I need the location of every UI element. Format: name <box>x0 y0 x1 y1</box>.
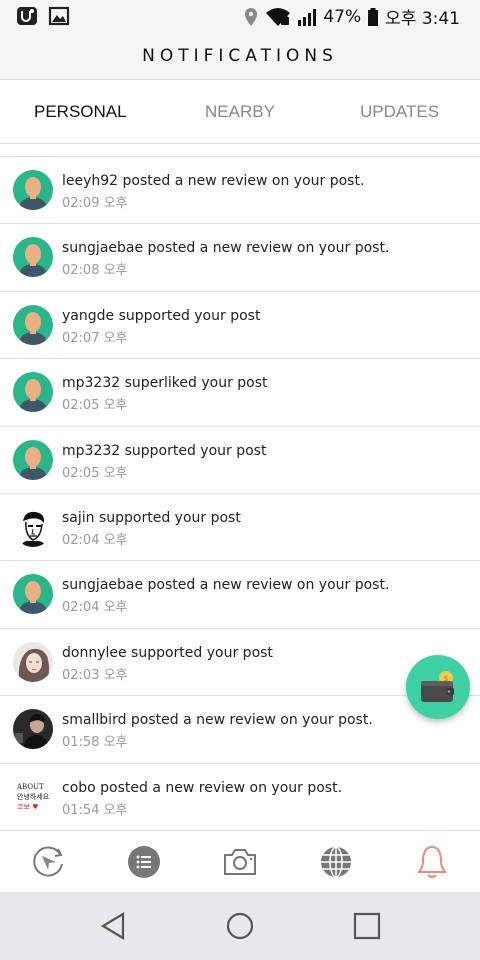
compass-refresh-icon <box>33 846 63 877</box>
camera-icon <box>224 849 256 875</box>
avatar[interactable] <box>13 506 53 547</box>
bell-icon <box>417 845 447 878</box>
tab-bar: PERSONAL NEARBY UPDATES <box>0 80 480 144</box>
home-button[interactable] <box>223 909 257 943</box>
back-icon <box>100 912 125 940</box>
avatar[interactable] <box>13 574 53 615</box>
battery-icon <box>368 7 379 26</box>
notification-time: 02:04 오후 <box>62 600 128 616</box>
recents-icon <box>353 912 381 940</box>
avatar[interactable] <box>13 304 53 345</box>
notification-time: 02:05 오후 <box>62 465 128 481</box>
list-item[interactable]: yangde supported your post 02:07 오후 <box>0 291 480 360</box>
notification-time: 02:09 오후 <box>62 196 128 211</box>
avatar[interactable]: ABOUT 안녕하세요 코보 ♥ <box>13 776 53 817</box>
list-item[interactable]: mp3232 supported your post 02:05 오후 <box>0 426 480 494</box>
photo-portrait-image <box>13 641 53 682</box>
battery-percent: 47% <box>323 6 362 27</box>
notification-time: 02:08 오후 <box>62 263 128 279</box>
avatar[interactable] <box>13 170 53 210</box>
list-item[interactable]: sajin supported your post 02:04 오후 <box>0 493 480 562</box>
system-nav <box>0 892 480 960</box>
home-icon <box>226 912 254 940</box>
list-item[interactable]: mp3232 superliked your post 02:05 오후 <box>0 359 480 427</box>
status-bar: 47% 오후 3:41 <box>0 0 480 32</box>
notification-time: 01:58 오후 <box>62 735 128 751</box>
nav-camera[interactable] <box>220 843 260 881</box>
list-item[interactable]: smallbird posted a new review on your po… <box>0 696 480 764</box>
status-time: 오후 3:41 <box>385 9 460 29</box>
avatar[interactable] <box>13 439 53 480</box>
notification-text: cobo posted a new review on your post. <box>62 779 343 796</box>
notification-list: leeyh92 posted a new review on your post… <box>0 156 480 831</box>
default-avatar-icon <box>13 170 53 210</box>
notification-text: leeyh92 posted a new review on your post… <box>62 173 365 189</box>
default-avatar-icon <box>13 304 53 345</box>
list-item[interactable]: leeyh92 posted a new review on your post… <box>0 157 480 225</box>
tab-personal[interactable]: PERSONAL <box>34 80 127 144</box>
list-icon <box>128 846 160 878</box>
tab-nearby[interactable]: NEARBY <box>205 80 275 144</box>
notification-text: sajin supported your post <box>62 509 241 526</box>
location-icon <box>245 7 258 26</box>
recents-button[interactable] <box>350 909 384 943</box>
notification-text: mp3232 supported your post <box>62 442 267 459</box>
wifi-icon <box>266 7 291 26</box>
back-button[interactable] <box>96 909 130 943</box>
header: NOTIFICATIONS <box>0 32 480 80</box>
list-item[interactable]: sungjaebae posted a new review on your p… <box>0 561 480 629</box>
default-avatar-icon <box>13 574 53 615</box>
wallet-button[interactable]: $ <box>406 655 470 719</box>
dark-photo-image <box>13 709 53 750</box>
globe-icon <box>321 846 351 878</box>
sketch-portrait-image <box>13 506 53 547</box>
notification-time: 02:03 오후 <box>62 667 128 683</box>
notification-text: donnylee supported your post <box>62 644 273 661</box>
nav-explore[interactable] <box>28 843 68 881</box>
avatar[interactable] <box>13 372 53 413</box>
nav-notifications[interactable] <box>412 843 452 881</box>
text-image-line: 안녕하세요 <box>17 792 50 801</box>
default-avatar-icon <box>13 372 53 413</box>
notification-text: smallbird posted a new review on your po… <box>62 712 373 729</box>
text-image-line: 코보 ♥ <box>17 802 39 811</box>
avatar[interactable] <box>13 709 53 750</box>
notification-text: yangde supported your post <box>62 307 261 324</box>
gallery-icon <box>48 6 70 26</box>
text-image: ABOUT 안녕하세요 코보 ♥ <box>17 782 53 812</box>
list-item[interactable]: sungjaebae posted a new review on your p… <box>0 224 480 292</box>
nav-globe[interactable] <box>316 843 356 881</box>
avatar[interactable] <box>13 237 53 278</box>
signal-icon <box>298 8 317 26</box>
u-plus-icon <box>17 7 37 25</box>
notification-text: sungjaebae posted a new review on your p… <box>62 577 390 594</box>
tab-updates[interactable]: UPDATES <box>360 80 439 144</box>
notification-text: sungjaebae posted a new review on your p… <box>62 240 390 257</box>
notification-text: mp3232 superliked your post <box>62 375 268 392</box>
text-image-line: ABOUT <box>17 782 44 791</box>
list-item[interactable]: ABOUT 안녕하세요 코보 ♥ cobo posted a new revie… <box>0 763 480 831</box>
bottom-nav <box>0 830 480 892</box>
notification-time: 01:54 오후 <box>62 802 128 818</box>
notification-time: 02:04 오후 <box>62 532 128 548</box>
avatar[interactable] <box>13 641 53 682</box>
default-avatar-icon <box>13 439 53 480</box>
notification-time: 02:07 오후 <box>62 330 128 346</box>
nav-list[interactable] <box>124 843 164 881</box>
default-avatar-icon <box>13 237 53 278</box>
page-title: NOTIFICATIONS <box>142 45 338 66</box>
wallet-icon: $ <box>421 671 454 702</box>
notification-time: 02:05 오후 <box>62 398 128 414</box>
